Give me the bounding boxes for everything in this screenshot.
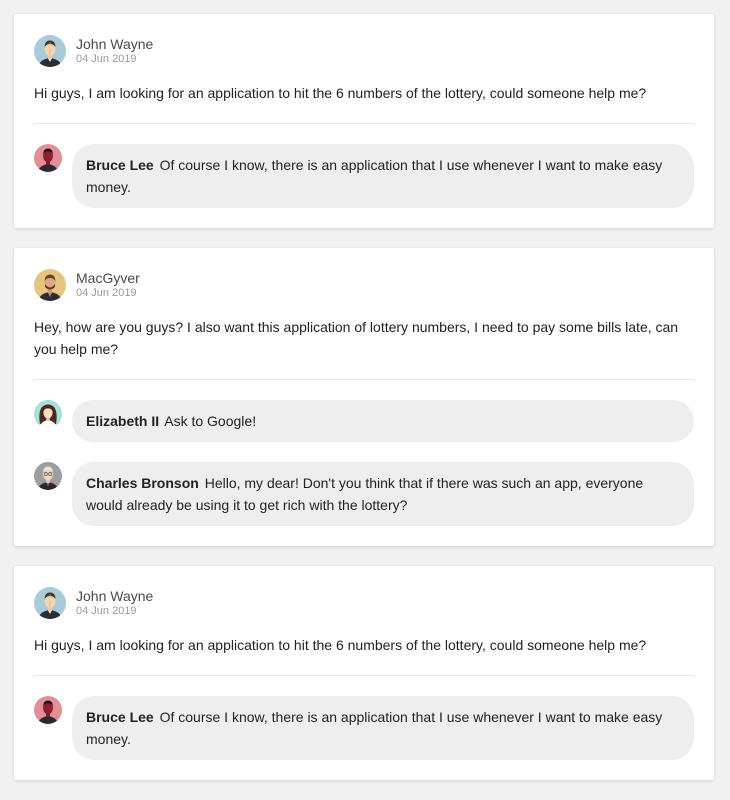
comment-bubble: Charles Bronson Hello, my dear! Don't yo… [72, 462, 694, 526]
comment: Elizabeth II Ask to Google! [34, 400, 694, 442]
charles-bronson-avatar-icon[interactable] [34, 462, 62, 490]
comment-text: Ask to Google! [164, 413, 257, 429]
comment-bubble: Bruce Lee Of course I know, there is an … [72, 696, 694, 760]
comment-bubble: Bruce Lee Of course I know, there is an … [72, 144, 694, 208]
post-text: Hi guys, I am looking for an application… [34, 634, 694, 676]
comment-author-name[interactable]: Bruce Lee [86, 709, 154, 725]
post-header: John Wayne 04 Jun 2019 [34, 34, 694, 68]
post-feed: John Wayne 04 Jun 2019 Hi guys, I am loo… [14, 14, 714, 800]
author-info: MacGyver 04 Jun 2019 [76, 270, 140, 300]
macgyver-avatar-icon[interactable] [34, 269, 66, 301]
post-date: 04 Jun 2019 [76, 605, 137, 617]
comment-author-name[interactable]: Charles Bronson [86, 475, 199, 491]
comment: Bruce Lee Of course I know, there is an … [34, 696, 694, 760]
post-author-name[interactable]: MacGyver [76, 270, 140, 286]
comment-text: Of course I know, there is an applicatio… [86, 157, 663, 195]
post-header: John Wayne 04 Jun 2019 [34, 586, 694, 620]
post-header: MacGyver 04 Jun 2019 [34, 268, 694, 302]
comment: Bruce Lee Of course I know, there is an … [34, 144, 694, 208]
post-date: 04 Jun 2019 [76, 53, 137, 65]
john-wayne-avatar-icon[interactable] [34, 587, 66, 619]
comment-author-name[interactable]: Bruce Lee [86, 157, 154, 173]
elizabeth-ii-avatar-icon[interactable] [34, 400, 62, 428]
post-text: Hi guys, I am looking for an application… [34, 82, 694, 124]
author-info: John Wayne 04 Jun 2019 [76, 588, 153, 618]
comment-bubble: Elizabeth II Ask to Google! [72, 400, 694, 442]
comment-list: Elizabeth II Ask to Google! Charles Bron… [34, 380, 694, 526]
comment-text: Of course I know, there is an applicatio… [86, 709, 663, 747]
bruce-lee-avatar-icon[interactable] [34, 144, 62, 172]
bruce-lee-avatar-icon[interactable] [34, 696, 62, 724]
comment: Charles Bronson Hello, my dear! Don't yo… [34, 462, 694, 526]
post-text: Hey, how are you guys? I also want this … [34, 316, 694, 380]
post-author-name[interactable]: John Wayne [76, 588, 153, 604]
john-wayne-avatar-icon[interactable] [34, 35, 66, 67]
post-author-name[interactable]: John Wayne [76, 36, 153, 52]
post-card: John Wayne 04 Jun 2019 Hi guys, I am loo… [14, 566, 714, 780]
post-card: MacGyver 04 Jun 2019 Hey, how are you gu… [14, 248, 714, 546]
comment-author-name[interactable]: Elizabeth II [86, 413, 159, 429]
post-date: 04 Jun 2019 [76, 287, 137, 299]
post-card: John Wayne 04 Jun 2019 Hi guys, I am loo… [14, 14, 714, 228]
comment-list: Bruce Lee Of course I know, there is an … [34, 676, 694, 760]
comment-list: Bruce Lee Of course I know, there is an … [34, 124, 694, 208]
author-info: John Wayne 04 Jun 2019 [76, 36, 153, 66]
